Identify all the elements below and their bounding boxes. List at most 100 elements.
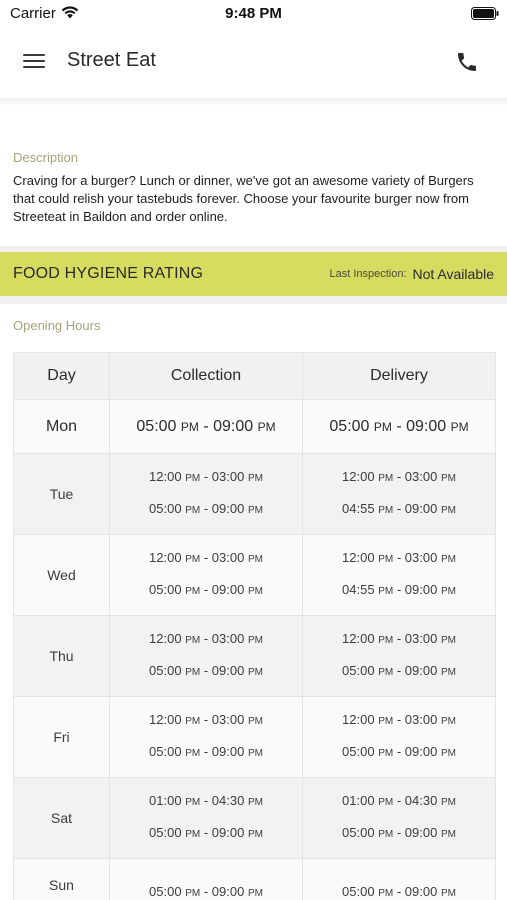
end-ampm: PM <box>247 829 263 840</box>
hamburger-menu-icon[interactable] <box>23 52 45 70</box>
end-time: 03:00 <box>211 550 245 565</box>
inspection-value: Not Available <box>412 266 494 282</box>
start-time: 05:00 <box>342 825 375 840</box>
end-ampm: PM <box>440 716 456 727</box>
start-time: 05:00 <box>329 417 370 435</box>
end-time: 09:00 <box>404 884 438 899</box>
start-ampm: PM <box>378 829 394 840</box>
delivery-time-slot: 12:00 PM - 03:00 PM <box>342 712 456 727</box>
day-cell: Mon <box>13 399 110 454</box>
day-cell: Sun <box>13 858 110 900</box>
start-time: 12:00 <box>342 631 375 646</box>
end-ampm: PM <box>257 419 276 434</box>
collection-cell: 12:00 PM - 03:00 PM 05:00 PM - 09:00 PM <box>109 534 303 616</box>
collection-time-slot: 01:00 PM - 04:30 PM <box>149 793 263 808</box>
table-header-row: Day Collection Delivery <box>13 352 496 400</box>
delivery-cell: 05:00 PM - 09:00 PM <box>302 399 496 454</box>
end-time: 09:00 <box>211 501 245 516</box>
end-ampm: PM <box>247 554 263 565</box>
start-ampm: PM <box>185 797 201 808</box>
start-time: 05:00 <box>342 884 375 899</box>
end-ampm: PM <box>440 635 456 646</box>
day-cell: Thu <box>13 615 110 697</box>
start-time: 04:55 <box>342 582 375 597</box>
start-ampm: PM <box>378 716 394 727</box>
header-shadow <box>0 98 507 106</box>
start-time: 01:00 <box>149 793 182 808</box>
end-time: 03:00 <box>404 550 438 565</box>
delivery-time-slot: 05:00 PM - 09:00 PM <box>342 825 456 840</box>
delivery-cell: 01:00 PM - 04:30 PM 05:00 PM - 09:00 PM <box>302 777 496 859</box>
delivery-time-slot: 12:00 PM - 03:00 PM <box>342 469 456 484</box>
start-ampm: PM <box>378 667 394 678</box>
hygiene-rating-bar: FOOD HYGIENE RATING Last Inspection: Not… <box>0 252 507 296</box>
start-time: 05:00 <box>149 501 182 516</box>
collection-cell: 12:00 PM - 03:00 PM 05:00 PM - 09:00 PM <box>109 453 303 535</box>
start-time: 12:00 <box>149 631 182 646</box>
phone-icon[interactable] <box>455 50 479 74</box>
end-ampm: PM <box>440 748 456 759</box>
collection-cell: 01:00 PM - 04:30 PM 05:00 PM - 09:00 PM <box>109 777 303 859</box>
start-time: 05:00 <box>149 582 182 597</box>
end-time: 03:00 <box>211 469 245 484</box>
end-ampm: PM <box>247 748 263 759</box>
start-ampm: PM <box>378 635 394 646</box>
end-ampm: PM <box>440 888 456 899</box>
collection-cell: 12:00 PM - 03:00 PM 05:00 PM - 09:00 PM <box>109 696 303 778</box>
table-row: Fri 12:00 PM - 03:00 PM 05:00 PM - 09:00 P… <box>13 696 496 778</box>
table-row: Tue 12:00 PM - 03:00 PM 05:00 PM - 09:00 P… <box>13 453 496 535</box>
day-cell: Tue <box>13 453 110 535</box>
end-time: 09:00 <box>213 417 254 435</box>
start-time: 05:00 <box>149 884 182 899</box>
start-time: 12:00 <box>149 469 182 484</box>
start-time: 12:00 <box>342 550 375 565</box>
end-time: 09:00 <box>211 825 245 840</box>
end-ampm: PM <box>247 716 263 727</box>
delivery-cell: 12:00 PM - 03:00 PM 05:00 PM - 09:00 PM <box>302 615 496 697</box>
collection-cell: 05:00 PM - 09:00 PM <box>109 399 303 454</box>
collection-time-slot: 05:00 PM - 09:00 PM <box>136 417 276 435</box>
end-time: 03:00 <box>404 469 438 484</box>
end-time: 03:00 <box>404 712 438 727</box>
collection-time-slot: 12:00 PM - 03:00 PM <box>149 469 263 484</box>
page-title: Street Eat <box>67 49 156 71</box>
end-time: 03:00 <box>211 631 245 646</box>
description-label: Description <box>13 150 79 165</box>
table-row: Wed 12:00 PM - 03:00 PM 05:00 PM - 09:00 P… <box>13 534 496 616</box>
end-ampm: PM <box>247 888 263 899</box>
end-time: 03:00 <box>404 631 438 646</box>
day-cell: Sat <box>13 777 110 859</box>
start-time: 05:00 <box>136 417 177 435</box>
header-day: Day <box>13 352 110 400</box>
opening-hours-label: Opening Hours <box>13 318 101 333</box>
header-collection: Collection <box>109 352 303 400</box>
delivery-cell: 12:00 PM - 03:00 PM 05:00 PM - 09:00 PM <box>302 696 496 778</box>
end-time: 09:00 <box>211 744 245 759</box>
delivery-time-slot: 04:55 PM - 09:00 PM <box>342 582 456 597</box>
end-time: 09:00 <box>404 582 438 597</box>
start-ampm: PM <box>185 505 201 516</box>
table-row: Thu 12:00 PM - 03:00 PM 05:00 PM - 09:00 P… <box>13 615 496 697</box>
start-ampm: PM <box>185 554 201 565</box>
end-ampm: PM <box>247 635 263 646</box>
delivery-time-slot: 01:00 PM - 04:30 PM <box>342 793 456 808</box>
end-ampm: PM <box>440 505 456 516</box>
start-ampm: PM <box>373 419 392 434</box>
start-ampm: PM <box>378 586 394 597</box>
start-ampm: PM <box>378 797 394 808</box>
end-time: 09:00 <box>404 663 438 678</box>
end-ampm: PM <box>247 505 263 516</box>
end-time: 09:00 <box>406 417 447 435</box>
end-ampm: PM <box>247 473 263 484</box>
collection-time-slot: 05:00 PM - 09:00 PM <box>149 663 263 678</box>
end-time: 09:00 <box>211 582 245 597</box>
collection-time-slot: 05:00 PM - 09:00 PM <box>149 501 263 516</box>
delivery-time-slot: 04:55 PM - 09:00 PM <box>342 501 456 516</box>
delivery-time-slot: 05:00 PM - 09:00 PM <box>342 884 456 899</box>
end-ampm: PM <box>440 473 456 484</box>
header-delivery: Delivery <box>302 352 496 400</box>
end-time: 09:00 <box>211 884 245 899</box>
start-time: 12:00 <box>149 712 182 727</box>
table-row: Sat 01:00 PM - 04:30 PM 05:00 PM - 09:00 P… <box>13 777 496 859</box>
end-ampm: PM <box>440 829 456 840</box>
